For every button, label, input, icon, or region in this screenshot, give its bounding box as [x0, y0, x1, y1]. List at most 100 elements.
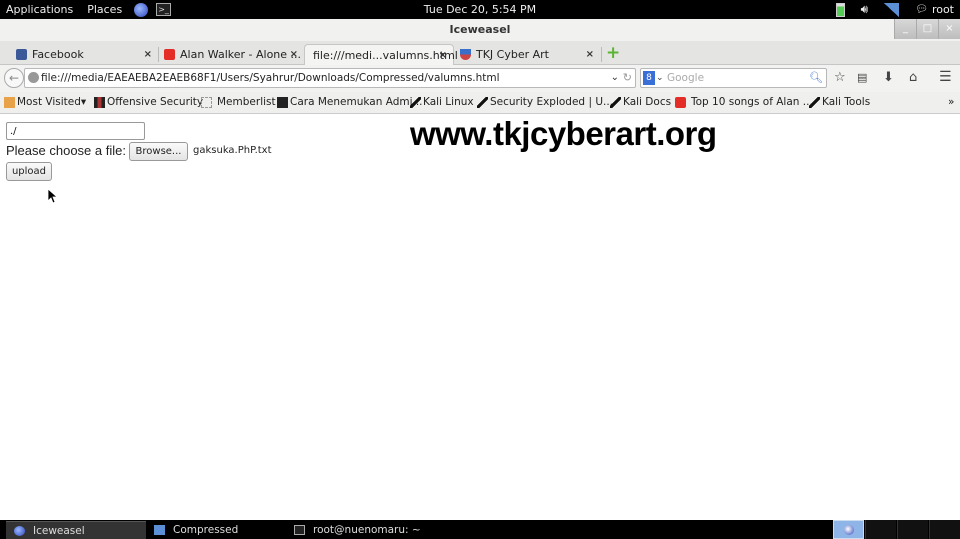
chevron-down-icon: ▾ [80, 96, 87, 108]
facebook-icon [16, 49, 27, 60]
taskbar-item-terminal[interactable]: root@nuenomaru: ~ [286, 521, 446, 539]
url-text: file:///media/EAEAEBA2EAEB68F1/Users/Sya… [41, 72, 500, 84]
downloads-icon[interactable]: ⬇ [883, 70, 894, 85]
bookmark-label: Kali Docs [623, 96, 672, 108]
tab-label: TKJ Cyber Art [476, 48, 549, 61]
search-placeholder: Google [667, 72, 705, 84]
terminal-icon[interactable]: >_ [156, 3, 172, 16]
bookmark-top-10-songs[interactable]: Top 10 songs of Alan ... [675, 96, 813, 108]
search-icon[interactable]: 🔍︎ [809, 69, 823, 87]
taskbar-label: Iceweasel [33, 524, 85, 537]
tab-valumns[interactable]: file:///medi...valumns.html × [304, 44, 458, 65]
applications-menu[interactable]: Applications [6, 3, 73, 16]
url-bar[interactable]: file:///media/EAEAEBA2EAEB68F1/Users/Sya… [24, 68, 636, 88]
top-panel: Applications Places >_ Tue Dec 20, 5:54 … [0, 0, 960, 19]
iceweasel-icon [14, 525, 25, 536]
battery-icon[interactable] [835, 2, 845, 17]
watermark-text: www.tkjcyberart.org [410, 115, 717, 152]
bookmark-kali-linux[interactable]: Kali Linux [410, 96, 474, 108]
maximize-button[interactable]: □ [916, 19, 938, 39]
bookmark-label: Cara Menemukan Admi... [290, 96, 423, 108]
offsec-icon [94, 96, 105, 108]
iceweasel-launcher-icon[interactable] [134, 2, 149, 17]
chat-icon: 💬︎ [915, 4, 928, 15]
reload-icon[interactable]: ↻ [623, 69, 632, 87]
close-tab-icon[interactable]: × [290, 49, 298, 60]
bookmark-label: Kali Tools [822, 96, 871, 108]
close-button[interactable]: × [938, 19, 960, 39]
kali-icon [477, 96, 488, 108]
kali-icon [610, 96, 621, 108]
bookmark-label: Top 10 songs of Alan ... [691, 96, 813, 108]
tab-label: Alan Walker - Alone ... [180, 48, 302, 61]
workspace-4[interactable] [929, 520, 960, 539]
volume-icon[interactable]: 🔊︎ [861, 2, 869, 17]
bookmarks-menu-icon[interactable]: ▤ [857, 71, 867, 84]
iceweasel-icon [843, 525, 854, 535]
tab-strip: Facebook × Alan Walker - Alone ... × fil… [0, 41, 960, 65]
tab-facebook[interactable]: Facebook × [0, 44, 158, 65]
bookmark-label: Most Visited [17, 96, 81, 108]
page-content: Please choose a file: Browse... gaksuka.… [0, 115, 960, 520]
bookmark-most-visited[interactable]: Most Visited ▾ [4, 96, 86, 108]
bookmark-star-icon[interactable]: ☆ [834, 70, 846, 85]
kali-icon [410, 96, 421, 108]
menu-icon[interactable]: ☰ [939, 69, 952, 85]
terminal-icon [294, 525, 305, 535]
minimize-button[interactable]: _ [894, 19, 916, 39]
bookmark-cara-menemukan[interactable]: Cara Menemukan Admi... [277, 96, 423, 108]
bookmark-label: Offensive Security [107, 96, 204, 108]
youtube-icon [675, 96, 686, 108]
bookmark-kali-docs[interactable]: Kali Docs [610, 96, 671, 108]
folder-icon [154, 525, 165, 535]
tab-label: Facebook [32, 48, 84, 61]
window-controls: _ □ × [894, 19, 960, 39]
taskbar-label: Compressed [173, 524, 239, 536]
taskbar-item-compressed[interactable]: Compressed [146, 521, 286, 539]
search-bar[interactable]: 8 ⌄ Google 🔍︎ [640, 68, 827, 88]
tab-tkj-cyber-art[interactable]: TKJ Cyber Art × [454, 44, 600, 65]
workspace-1[interactable] [833, 520, 864, 539]
globe-icon [28, 72, 39, 83]
taskbar-item-iceweasel[interactable]: Iceweasel [6, 521, 146, 539]
terminal-icon [277, 96, 288, 108]
workspace-3[interactable] [897, 520, 928, 539]
page-icon [201, 96, 212, 108]
path-input[interactable] [6, 122, 145, 140]
bookmark-label: Kali Linux [423, 96, 474, 108]
bookmark-offensive-security[interactable]: Offensive Security [94, 96, 203, 108]
tab-separator [601, 47, 602, 62]
bookmark-label: Security Exploded | U... [490, 96, 614, 108]
bookmark-kali-tools[interactable]: Kali Tools [809, 96, 870, 108]
close-tab-icon[interactable]: × [144, 49, 152, 60]
bookmarks-toolbar: Most Visited ▾ Offensive Security Member… [0, 92, 960, 114]
tkj-icon [460, 49, 471, 60]
tab-label: file:///medi...valumns.html [313, 48, 458, 62]
new-tab-button[interactable]: + [606, 43, 620, 63]
mouse-cursor-icon [48, 189, 58, 204]
search-engine-dropdown-icon[interactable]: ⌄ [656, 69, 664, 87]
workspace-2[interactable] [865, 520, 896, 539]
search-engine-icon[interactable]: 8 [643, 71, 655, 85]
username: root [931, 3, 954, 16]
youtube-icon [164, 49, 175, 60]
bookmark-memberlist[interactable]: Memberlist [201, 96, 276, 108]
upload-button[interactable]: upload [6, 162, 52, 181]
url-history-dropdown-icon[interactable]: ⌄ [611, 69, 619, 87]
kali-icon [809, 96, 820, 108]
places-menu[interactable]: Places [87, 3, 122, 16]
home-icon[interactable]: ⌂ [909, 70, 917, 85]
signal-icon[interactable] [884, 2, 900, 17]
bookmarks-overflow-button[interactable]: » [948, 96, 954, 108]
close-tab-icon[interactable]: × [439, 50, 447, 61]
window-titlebar: Iceweasel [0, 19, 960, 41]
back-arrow-icon: ← [8, 71, 20, 85]
bookmark-security-exploded[interactable]: Security Exploded | U... [477, 96, 613, 108]
browse-button[interactable]: Browse... [129, 142, 188, 161]
back-button[interactable]: ← [4, 68, 24, 88]
navigation-bar: ← file:///media/EAEAEBA2EAEB68F1/Users/S… [0, 65, 960, 92]
user-menu[interactable]: 💬︎ root [915, 3, 954, 16]
close-tab-icon[interactable]: × [586, 49, 594, 60]
taskbar-label: root@nuenomaru: ~ [313, 524, 421, 536]
tab-alan-walker[interactable]: Alan Walker - Alone ... × [158, 44, 304, 65]
